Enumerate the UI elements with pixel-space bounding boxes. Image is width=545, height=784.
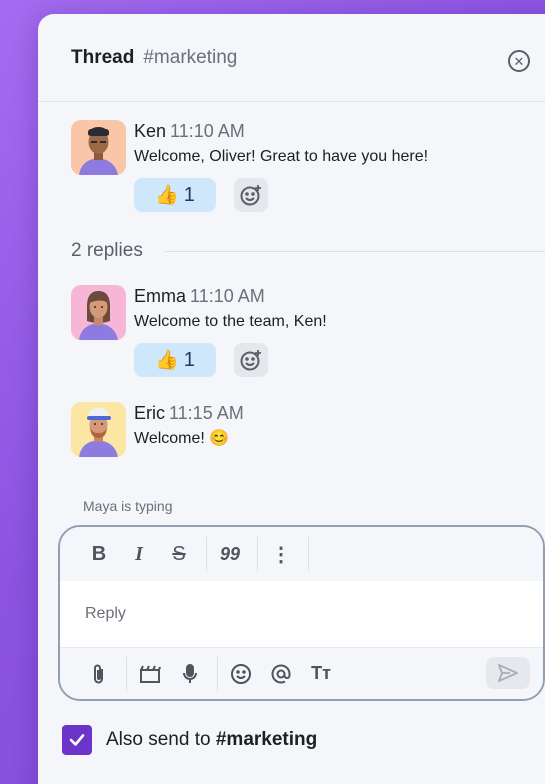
message-item: Emma 11:10 AM Welcome to the team, Ken! 👍… bbox=[71, 285, 327, 377]
also-send-prefix: Also send to bbox=[106, 729, 211, 750]
microphone-icon[interactable] bbox=[173, 659, 207, 689]
reaction-thumbs-up[interactable]: 👍 1 bbox=[134, 178, 216, 212]
also-send-checkbox[interactable] bbox=[62, 725, 92, 755]
message-text: Welcome, Oliver! Great to have you here! bbox=[134, 148, 429, 165]
avatar bbox=[71, 402, 126, 457]
composer-actions: Tт bbox=[60, 647, 543, 699]
replies-count: 2 replies bbox=[71, 240, 143, 261]
add-reaction-button[interactable] bbox=[234, 343, 268, 377]
bold-button[interactable]: B bbox=[82, 539, 116, 569]
add-reaction-button[interactable] bbox=[234, 178, 268, 212]
thumbs-up-icon: 👍 bbox=[155, 350, 179, 371]
author-name[interactable]: Ken bbox=[134, 121, 166, 141]
also-send-channel: #marketing bbox=[215, 729, 318, 750]
author-name[interactable]: Eric bbox=[134, 403, 165, 423]
reaction-thumbs-up[interactable]: 👍 1 bbox=[134, 343, 216, 377]
message-text: Welcome! 😊 bbox=[134, 430, 230, 447]
author-name[interactable]: Emma bbox=[134, 286, 186, 306]
more-options-button[interactable]: ⋮ bbox=[264, 539, 298, 569]
text-format-icon[interactable]: Tт bbox=[304, 659, 338, 689]
message-time: 11:10 AM bbox=[170, 121, 245, 141]
avatar bbox=[71, 120, 126, 175]
add-emoji-icon bbox=[240, 185, 261, 206]
paperclip-icon[interactable] bbox=[82, 659, 116, 689]
reaction-count: 1 bbox=[183, 348, 195, 371]
replies-divider: 2 replies bbox=[71, 240, 545, 262]
also-send-label[interactable]: Also send to #marketing bbox=[106, 729, 317, 751]
clapperboard-icon[interactable] bbox=[133, 659, 167, 689]
reply-composer: B I S 99 ⋮ Reply Tт bbox=[58, 525, 545, 701]
typing-indicator: Maya is typing bbox=[83, 498, 173, 514]
thread-title: Thread bbox=[71, 46, 135, 68]
send-icon bbox=[498, 664, 518, 682]
message-time: 11:10 AM bbox=[190, 286, 265, 306]
smiley-icon[interactable] bbox=[224, 659, 258, 689]
message-item: Eric 11:15 AM Welcome! 😊 bbox=[71, 402, 244, 457]
at-icon[interactable] bbox=[264, 659, 298, 689]
check-icon bbox=[69, 734, 85, 746]
message-time: 11:15 AM bbox=[169, 403, 244, 423]
thread-header: Thread #marketing bbox=[38, 14, 545, 102]
send-button[interactable] bbox=[486, 657, 530, 689]
format-toolbar: B I S 99 ⋮ bbox=[60, 527, 543, 581]
reply-input-area bbox=[60, 581, 543, 647]
avatar bbox=[71, 285, 126, 340]
italic-button[interactable]: I bbox=[122, 539, 156, 569]
message-item: Ken 11:10 AM Welcome, Oliver! Great to ha… bbox=[71, 120, 428, 212]
thread-panel: Thread #marketing ✕ Ken 11:10 AM Welcome,… bbox=[38, 14, 545, 784]
add-emoji-icon bbox=[240, 350, 261, 371]
thread-channel: #marketing bbox=[143, 46, 238, 68]
message-text: Welcome to the team, Ken! bbox=[134, 313, 327, 330]
thumbs-up-icon: 👍 bbox=[155, 185, 179, 206]
quote-button[interactable]: 99 bbox=[213, 539, 247, 569]
strikethrough-button[interactable]: S bbox=[162, 539, 196, 569]
reaction-count: 1 bbox=[183, 183, 195, 206]
reply-input[interactable] bbox=[85, 605, 485, 623]
also-send-option: Also send to #marketing bbox=[62, 725, 317, 755]
close-icon[interactable]: ✕ bbox=[508, 50, 530, 72]
